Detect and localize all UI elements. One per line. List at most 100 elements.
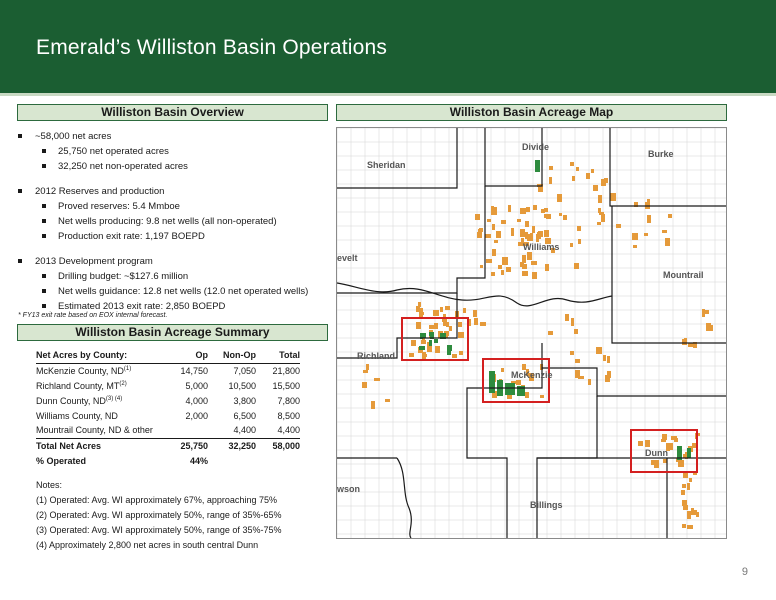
acreage-map-svg: Divide Burke Sheridan Williams evelt Mou… [337,128,726,538]
total-nonop: 32,250 [208,437,256,453]
pct-value: 44% [189,455,208,466]
pct-label: % Operated [36,455,87,466]
lease-non-operated [681,460,684,467]
lease-non-operated [570,351,574,355]
lease-non-operated [525,221,529,227]
lease-non-operated [435,346,440,353]
summary-section-title: Williston Basin Acreage Summary [17,324,328,341]
lease-non-operated [498,265,502,269]
lease-non-operated [532,226,535,233]
lease-non-operated [662,230,667,233]
lease-non-operated [540,395,544,398]
lease-non-operated [570,162,574,166]
lease-non-operated [363,370,368,373]
bullet-text: 25,750 net operated acres [58,146,169,157]
lease-non-operated [544,214,549,218]
lease-non-operated [687,483,690,490]
lease-non-operated [531,261,537,265]
cell-nonop: 6,500 [233,410,256,421]
table-row: Richland County, MT(2) 5,000 10,500 15,500 [36,378,300,393]
lease-non-operated [586,173,590,179]
lease-non-operated [665,238,670,246]
bullet-marker [18,134,22,138]
notes-block: Notes: (1) Operated: Avg. WI approximate… [36,478,281,553]
lease-non-operated [527,252,532,260]
cell-nonop: 4,400 [233,425,256,436]
lease-non-operated [549,166,553,170]
lease-non-operated [598,195,602,203]
lease-non-operated [485,234,491,238]
county-footnote-ref: (2) [119,380,127,387]
lease-non-operated [526,207,530,212]
lease-non-operated [682,484,686,488]
bullet-marker [42,274,46,278]
lease-non-operated [545,264,549,271]
county-name: Dunn County, ND [36,395,106,406]
lease-non-operated [707,325,713,331]
lease-non-operated [502,257,508,265]
bullet-text: Drilling budget: ~$127.6 million [58,271,189,282]
lease-non-operated [486,259,492,263]
county-label-mountrail: Mountrail [663,270,704,280]
county-label-dawson: wson [337,484,360,494]
county-boundaries [337,128,726,538]
lease-non-operated [433,310,439,316]
note-line-1: (1) Operated: Avg. WI approximately 67%,… [36,495,277,505]
lease-non-operated [440,307,443,312]
bullet-text: Net wells producing: 9.8 net wells (all … [58,216,277,227]
lease-operated [429,340,432,346]
lease-non-operated [674,438,678,442]
lease-non-operated [443,322,446,326]
lease-non-operated [492,249,496,256]
cell-nonop: 3,800 [233,395,256,406]
lease-non-operated [522,264,527,269]
overview-sub-bullet: Drilling budget: ~$127.6 million [18,269,328,284]
lease-non-operated [548,331,553,335]
bullet-text: Proved reserves: 5.4 Mmboe [58,201,180,212]
table-row: Dunn County, ND(3) (4) 4,000 3,800 7,800 [36,393,300,408]
column-header-op: Op [162,348,208,364]
overview-bullet: 2012 Reserves and production [18,184,328,199]
lease-non-operated [601,214,605,222]
county-cell: Dunn County, ND(3) (4) [36,393,162,408]
bullet-text: 32,250 net non-operated acres [58,161,188,172]
lease-non-operated [371,401,375,409]
county-name: Williams County, ND [36,410,118,421]
lease-non-operated [588,379,591,385]
overview-bullet: 2013 Development program [18,254,328,269]
bullet-marker [42,289,46,293]
bullet-marker [42,304,46,308]
lease-non-operated [632,233,638,240]
bullet-marker [42,164,46,168]
cell-total: 21,800 [272,365,300,376]
lease-operated [419,346,425,350]
overview-sub-bullet: 32,250 net non-operated acres [18,159,328,174]
county-name: McKenzie County, ND [36,365,124,376]
lease-non-operated [578,239,581,244]
lease-non-operated [544,230,549,237]
lease-non-operated [458,332,464,338]
township-grid [337,128,726,538]
lease-non-operated [682,339,687,345]
lease-non-operated [516,380,521,385]
bullet-marker [18,189,22,193]
lease-non-operated [654,460,659,468]
lease-non-operated [429,325,434,329]
lease-non-operated [525,392,529,398]
lease-non-operated [575,370,580,378]
overview-bullet: ~58,000 net acres [18,129,328,144]
lease-non-operated [533,205,537,210]
column-header-total: Total [256,348,300,364]
column-header-county: Net Acres by County: [36,348,162,364]
lease-non-operated [593,185,598,191]
cell-nonop: 10,500 [228,380,256,391]
lease-non-operated [463,308,466,313]
bullet-text: Net wells guidance: 12.8 net wells (12.0… [58,286,309,297]
lease-non-operated [574,329,578,334]
lease-non-operated [570,243,573,247]
county-cell: Mountrail County, ND & other [36,423,162,438]
note-line-3: (3) Operated: Avg. WI approximately 50%,… [36,525,282,535]
table-row: Mountrail County, ND & other 4,400 4,400 [36,423,300,438]
bullet-text: ~58,000 net acres [35,131,112,142]
lease-non-operated [501,220,506,224]
